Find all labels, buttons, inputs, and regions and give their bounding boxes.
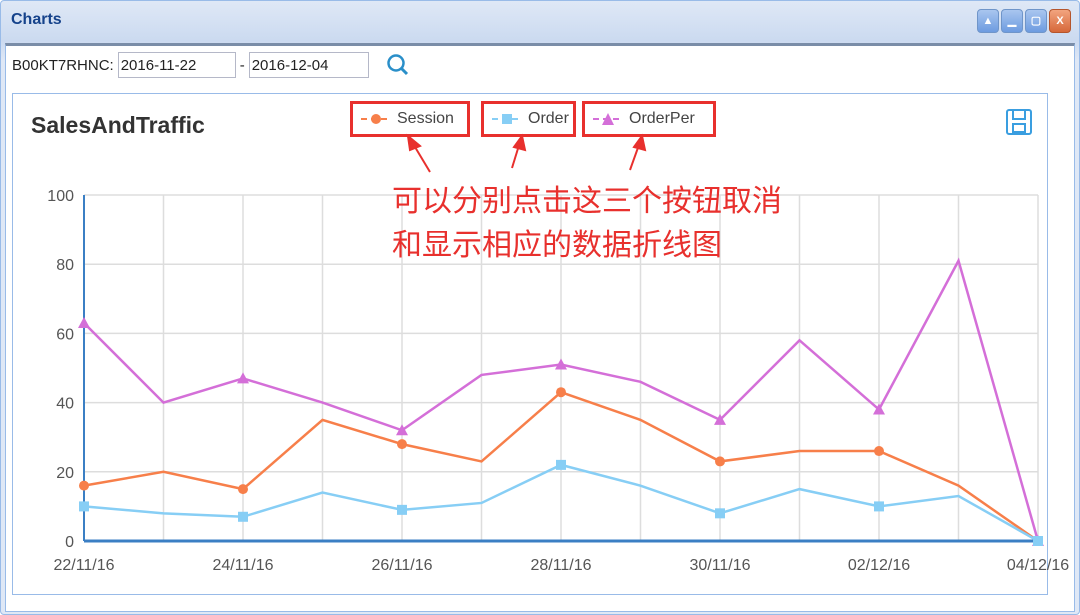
y-tick-label: 40 xyxy=(56,396,74,413)
x-tick-label: 02/12/16 xyxy=(848,557,910,574)
data-point xyxy=(78,317,90,329)
data-point xyxy=(715,456,725,467)
data-point xyxy=(556,387,566,398)
y-tick-label: 60 xyxy=(56,326,74,343)
annotation-line-2: 和显示相应的数据折线图 xyxy=(392,229,722,262)
data-point xyxy=(397,504,407,515)
data-point xyxy=(237,372,249,384)
data-point xyxy=(79,501,89,512)
data-point xyxy=(238,511,248,522)
data-point xyxy=(1033,536,1043,546)
data-point xyxy=(874,446,884,457)
data-point xyxy=(79,480,89,491)
x-tick-label: 26/11/16 xyxy=(371,557,432,574)
line-chart: 0 20 40 60 80 100 22/11/16 24/11/16 26/11/16 28/1… xyxy=(47,188,1069,574)
x-tick-label: 24/11/16 xyxy=(212,557,273,574)
data-point xyxy=(715,508,725,519)
y-tick-label: 80 xyxy=(56,257,74,274)
y-tick-label: 100 xyxy=(47,188,74,205)
data-point xyxy=(874,501,884,512)
annotation-line-1: 可以分别点击这三个按钮取消 xyxy=(392,185,782,218)
x-tick-label: 28/11/16 xyxy=(530,557,591,574)
x-tick-label: 30/11/16 xyxy=(689,557,750,574)
x-tick-label: 22/11/16 xyxy=(53,557,114,574)
y-tick-label: 0 xyxy=(65,534,74,551)
data-point xyxy=(397,439,407,450)
x-tick-label: 04/12/16 xyxy=(1007,557,1069,574)
data-point xyxy=(238,484,248,495)
data-point xyxy=(556,459,566,470)
y-tick-label: 20 xyxy=(56,465,74,482)
